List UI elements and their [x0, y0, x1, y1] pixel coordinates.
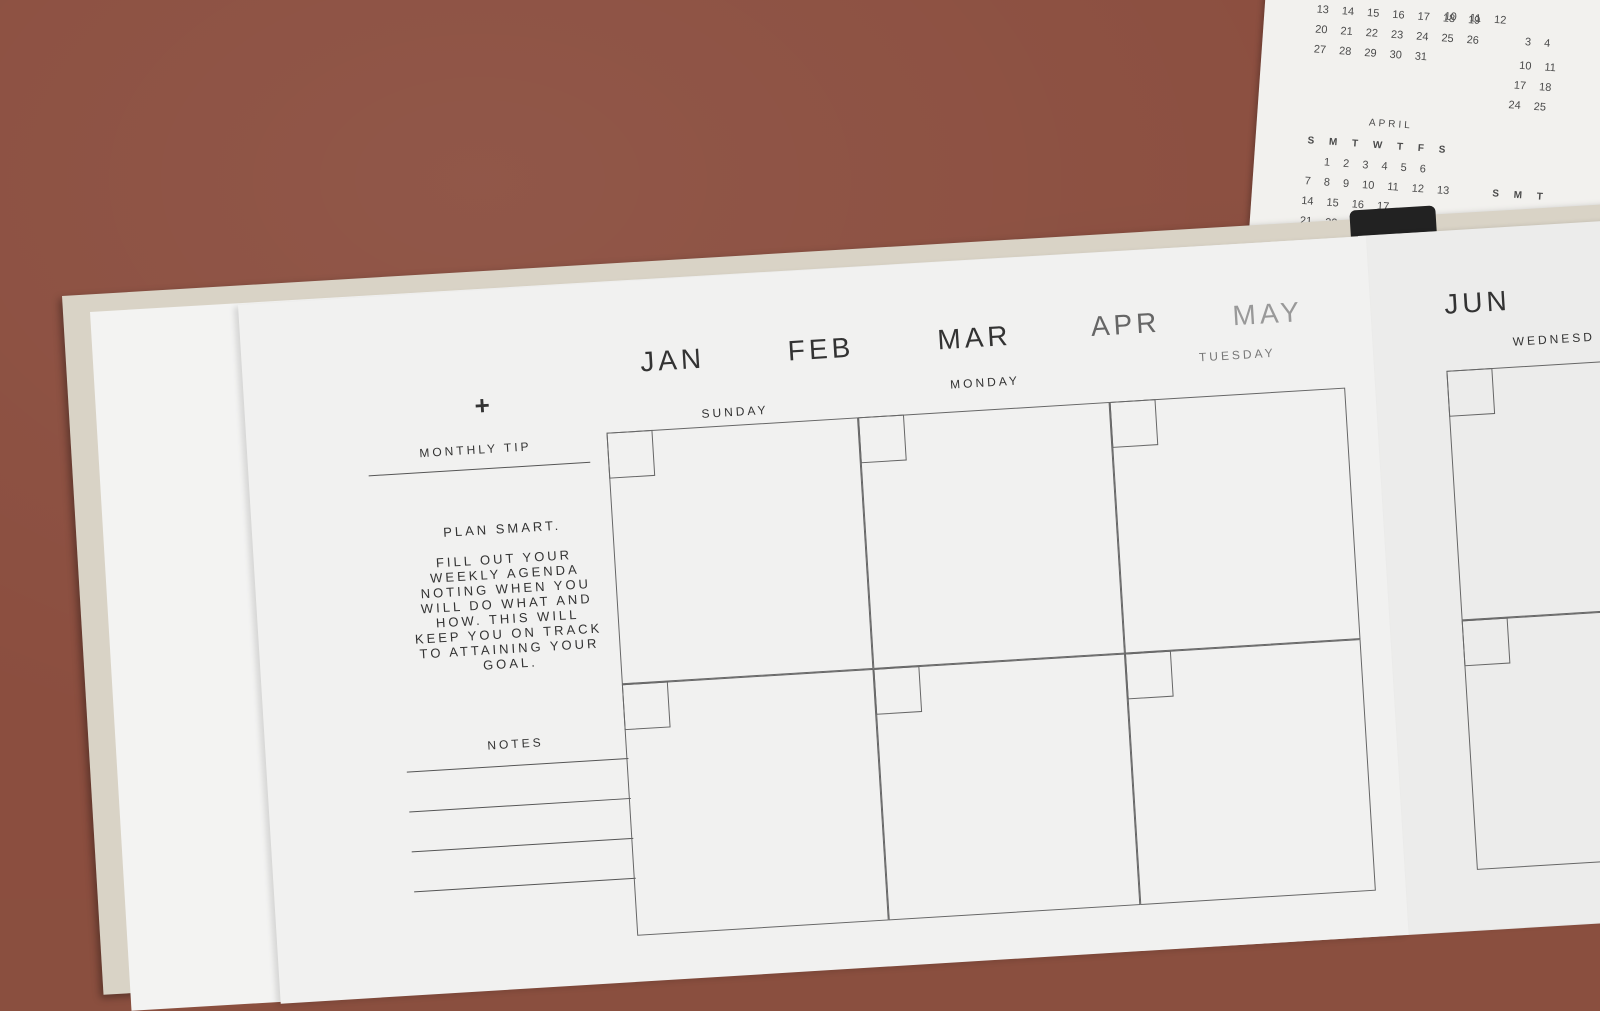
date-box: [1461, 617, 1511, 667]
weekday-header: S M T W T F S: [1307, 135, 1446, 156]
month-tab-may: MAY: [1231, 296, 1304, 332]
date-box: [1124, 650, 1174, 700]
day-label-tuesday: TUESDAY: [1198, 345, 1277, 365]
notes-line: [411, 837, 634, 853]
notes-line: [414, 877, 636, 893]
calendar-row: 3 4: [1524, 36, 1551, 50]
notes-line: [409, 797, 631, 813]
calendar-row: 1 2 3 4 5 6: [1323, 156, 1427, 176]
calendar-row: 20 21 22 23 24 25 26: [1314, 23, 1480, 47]
date-box: [1109, 399, 1159, 448]
notes-label: NOTES: [486, 735, 545, 753]
month-tab-feb: FEB: [786, 331, 856, 367]
calendar-row: 24 25: [1508, 99, 1547, 114]
day-label-monday: MONDAY: [949, 373, 1021, 392]
calendar-row: 10 11: [1518, 59, 1557, 75]
date-box: [621, 681, 671, 731]
tip-body: FILL OUT YOUR WEEKLY AGENDA NOTING WHEN …: [414, 547, 603, 673]
date-box: [1446, 368, 1496, 417]
plus-icon: +: [473, 389, 491, 421]
monthly-tip-label: MONTHLY TIP: [418, 439, 532, 461]
date-box: [606, 429, 656, 479]
calendar-row: 7 8 9 10 11 12 13: [1304, 175, 1450, 198]
planner-left-page: + JAN FEB MAR APR MAY SUNDAY MONDAY TUES…: [238, 236, 1409, 1004]
month-tab-mar: MAR: [936, 319, 1013, 356]
tip-heading: PLAN SMART.: [442, 517, 562, 540]
date-box: [858, 414, 907, 464]
month-tab-jan: JAN: [639, 342, 706, 378]
day-label-sunday: SUNDAY: [701, 402, 769, 421]
april-title: APRIL: [1368, 117, 1414, 132]
divider-line: [368, 461, 591, 477]
weekday-header: S M T: [1491, 188, 1544, 203]
calendar-row: 17 18: [1513, 79, 1552, 95]
notes-line: [406, 758, 629, 773]
month-tab-jun: JUN: [1443, 284, 1512, 320]
day-label-wednesday: WEDNESD: [1512, 329, 1596, 349]
date-box: [873, 666, 923, 715]
month-tab-apr: APR: [1089, 306, 1162, 342]
calendar-row: 27 28 29 30 31: [1313, 43, 1428, 64]
